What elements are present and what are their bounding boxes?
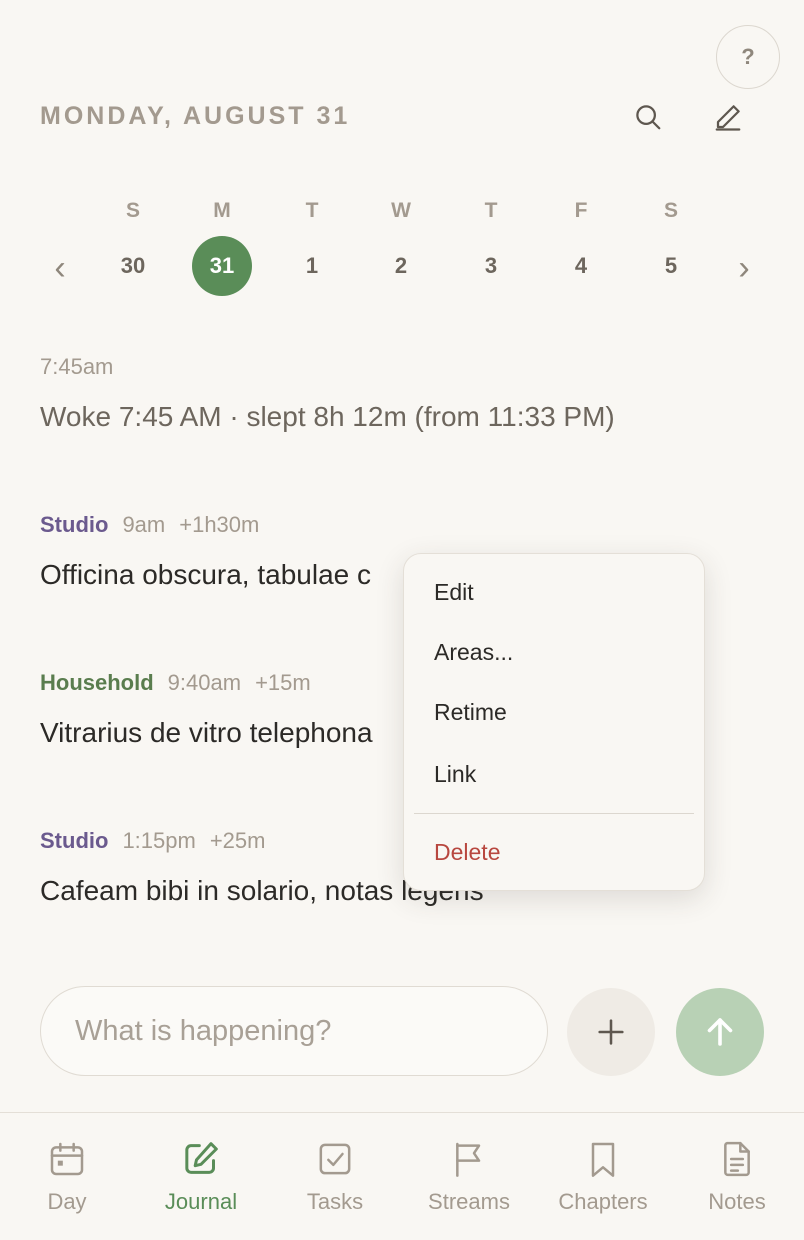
entry-duration: +15m: [255, 670, 311, 695]
calendar-icon: [50, 1142, 84, 1176]
tab-notes[interactable]: Notes: [670, 1113, 804, 1240]
compose-button[interactable]: [708, 97, 748, 137]
day-column[interactable]: S 30: [98, 190, 168, 296]
menu-divider: [414, 813, 694, 814]
day-number[interactable]: 2: [371, 236, 431, 296]
day-number[interactable]: 3: [461, 236, 521, 296]
weekday-letter: T: [305, 199, 319, 222]
entry-meta: Studio 9am +1h30m: [40, 511, 780, 539]
entry-time: 7:45am: [40, 354, 114, 379]
entry-text: Woke 7:45 AM · slept 8h 12m (from 11:33 …: [40, 401, 615, 432]
weekday-letter: S: [663, 199, 678, 222]
checkbox-icon: [319, 1143, 351, 1175]
day-number[interactable]: 30: [103, 236, 163, 296]
send-button[interactable]: [676, 988, 764, 1076]
pencil-square-icon: [185, 1142, 218, 1174]
help-button[interactable]: ?: [716, 25, 780, 89]
entry-input[interactable]: [75, 1014, 547, 1048]
tab-label: Chapters: [558, 1189, 648, 1214]
day-number-selected[interactable]: 31: [192, 236, 252, 296]
weekday-letter: M: [213, 199, 231, 222]
document-icon: [724, 1141, 750, 1177]
pencil-icon: [715, 105, 741, 131]
day-column[interactable]: W 2: [366, 190, 436, 296]
bookmark-icon: [591, 1142, 615, 1177]
tab-day[interactable]: Day: [0, 1113, 134, 1240]
day-column[interactable]: M 31: [187, 190, 257, 296]
day-number[interactable]: 4: [551, 236, 611, 296]
tab-label: Tasks: [306, 1189, 364, 1214]
menu-item-link[interactable]: Link: [434, 761, 476, 788]
arrow-up-icon: [707, 1018, 733, 1046]
tab-journal[interactable]: Journal: [134, 1113, 268, 1240]
tab-label: Streams: [428, 1189, 510, 1214]
plus-icon: [598, 1019, 624, 1045]
search-button[interactable]: [628, 97, 668, 137]
entry-area: Studio: [40, 828, 109, 853]
tab-streams[interactable]: Streams: [402, 1113, 536, 1240]
week-strip: S 30 M 31 T 1 W 2 T 3 F 4 S 5: [0, 190, 804, 300]
menu-item-delete[interactable]: Delete: [434, 839, 500, 866]
day-number[interactable]: 5: [641, 236, 701, 296]
entry-duration: +25m: [209, 828, 266, 853]
weekday-letter: W: [391, 199, 411, 222]
tab-bar: Day Journal Tasks Streams Chapters Notes: [0, 1112, 804, 1240]
entry-duration: +1h30m: [179, 512, 260, 537]
entry-area: Household: [40, 670, 154, 695]
entry-time: 1:15pm: [122, 828, 196, 853]
add-button[interactable]: [567, 988, 655, 1076]
tab-label: Journal: [164, 1189, 238, 1214]
weekday-letter: S: [125, 199, 140, 222]
entry-meta: 7:45am: [40, 353, 780, 381]
search-icon: [636, 105, 661, 130]
day-column[interactable]: F 4: [546, 190, 616, 296]
page-title: MONDAY, AUGUST 31: [40, 102, 351, 130]
day-number[interactable]: 1: [282, 236, 342, 296]
tab-chapters[interactable]: Chapters: [536, 1113, 670, 1240]
menu-item-areas[interactable]: Areas...: [434, 639, 513, 666]
tab-tasks[interactable]: Tasks: [268, 1113, 402, 1240]
entry-time: 9am: [122, 512, 166, 537]
menu-item-edit[interactable]: Edit: [434, 579, 474, 606]
entry-area: Studio: [40, 512, 109, 537]
day-column[interactable]: T 3: [456, 190, 526, 296]
day-column[interactable]: T 1: [277, 190, 347, 296]
menu-item-retime[interactable]: Retime: [434, 699, 507, 726]
day-column[interactable]: S 5: [636, 190, 706, 296]
composer: [40, 986, 548, 1076]
weekday-letter: F: [574, 199, 588, 222]
weekday-letter: T: [484, 199, 498, 222]
flag-icon: [456, 1142, 481, 1177]
tab-label: Notes: [708, 1189, 766, 1214]
entry-time: 9:40am: [167, 670, 242, 695]
journal-entry[interactable]: 7:45am Woke 7:45 AM · slept 8h 12m (from…: [40, 353, 780, 433]
context-menu: Edit Areas... Retime Link Delete: [403, 553, 705, 891]
tab-label: Day: [47, 1189, 87, 1214]
